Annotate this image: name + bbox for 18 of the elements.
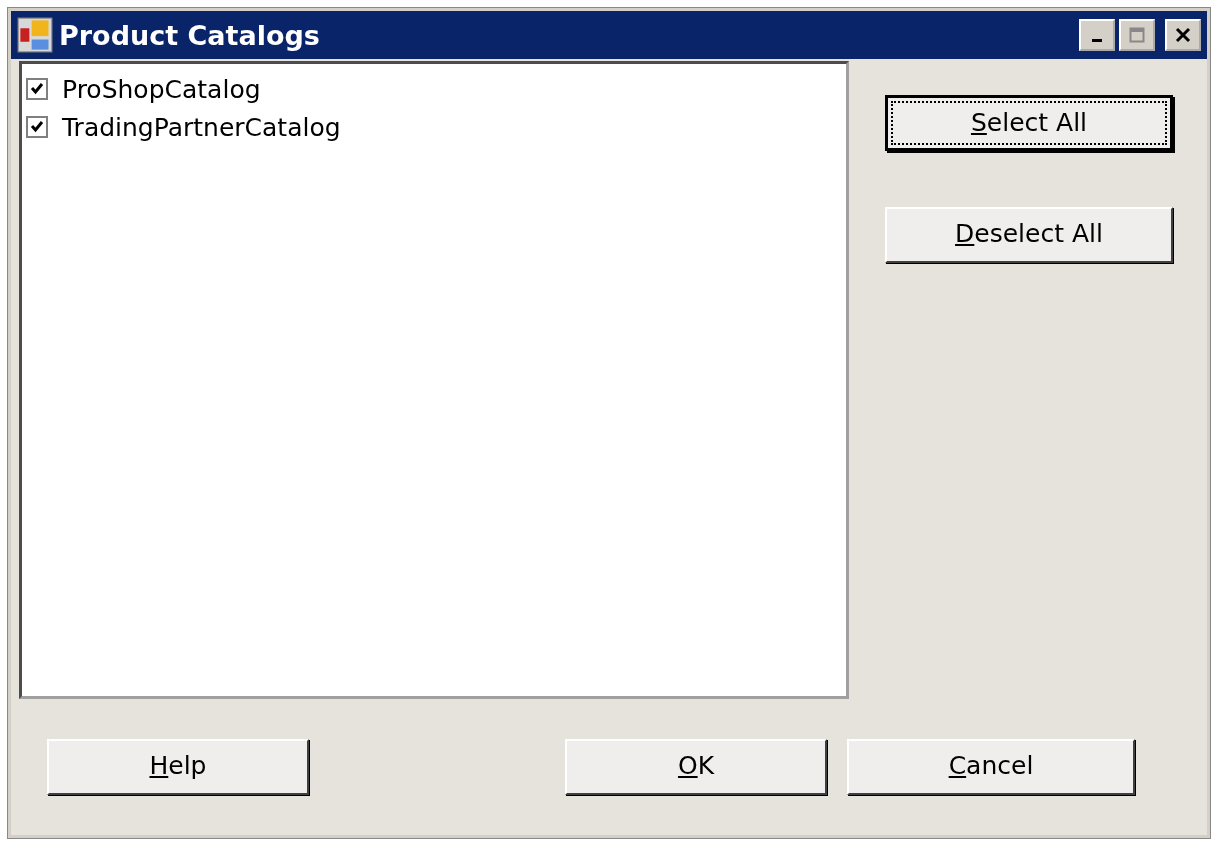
check-icon bbox=[29, 119, 45, 135]
dialog-button[interactable]: Cancel bbox=[847, 739, 1135, 795]
minimize-icon bbox=[1092, 38, 1102, 42]
maximize-icon bbox=[1129, 27, 1145, 43]
minimize-button[interactable] bbox=[1079, 19, 1115, 51]
checkbox[interactable] bbox=[26, 116, 48, 138]
window-title: Product Catalogs bbox=[59, 19, 321, 51]
catalog-item[interactable]: ProShopCatalog bbox=[62, 74, 261, 104]
check-icon bbox=[29, 81, 45, 97]
app-icon bbox=[17, 17, 53, 53]
close-button[interactable] bbox=[1165, 19, 1201, 51]
catalog-item[interactable]: TradingPartnerCatalog bbox=[62, 112, 341, 142]
dialog-button[interactable]: Select All bbox=[885, 95, 1173, 151]
dialog-button[interactable]: OK bbox=[565, 739, 827, 795]
close-icon bbox=[1175, 27, 1191, 43]
checkbox[interactable] bbox=[26, 78, 48, 100]
dialog-button[interactable]: Help bbox=[47, 739, 309, 795]
dialog-button[interactable]: Deselect All bbox=[885, 207, 1173, 263]
